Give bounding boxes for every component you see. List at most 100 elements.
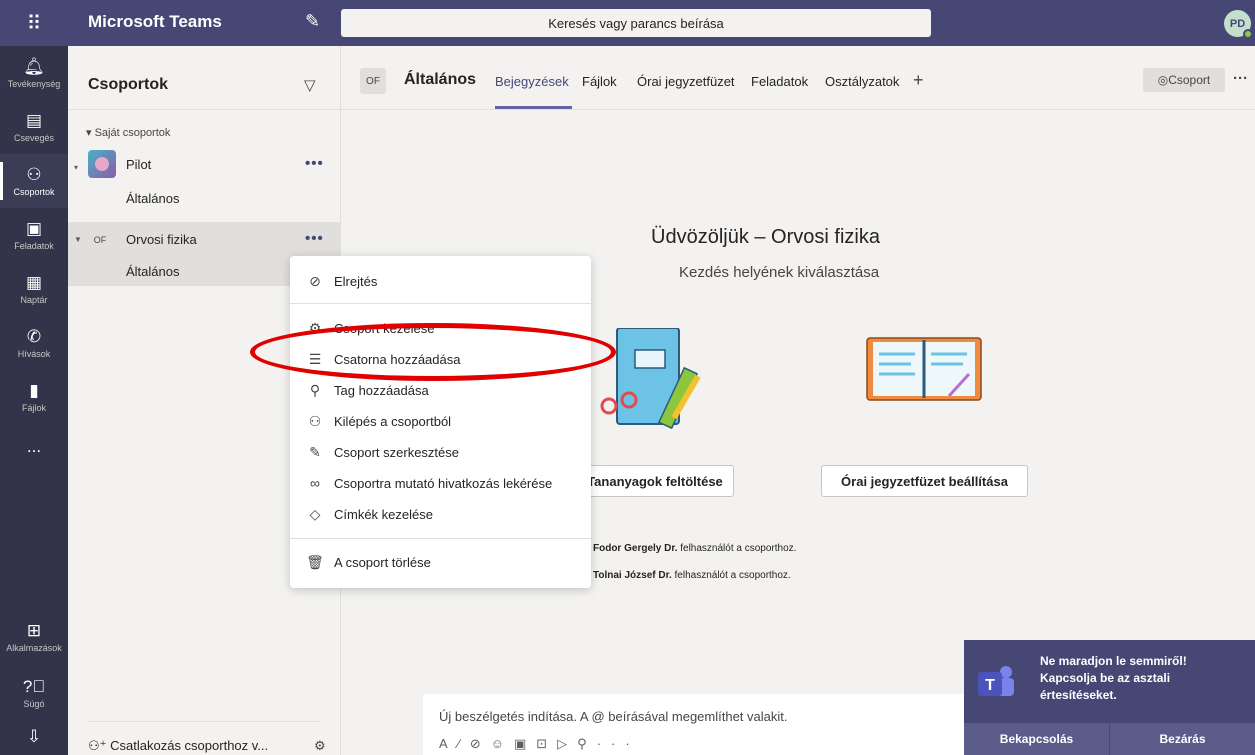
rail-label: Alkalmazások [6, 642, 62, 653]
add-tab-icon[interactable]: + [913, 70, 924, 91]
toast-actions: Bekapcsolás Bezárás [964, 723, 1255, 755]
rail-label: Csoportok [13, 186, 55, 197]
tab-class-notebook[interactable]: Órai jegyzetfüzet [637, 74, 735, 89]
svg-text:T: T [985, 677, 995, 694]
rail-label: Feladatok [14, 240, 54, 251]
title-bar: ⠿ Microsoft Teams ✎ Keresés vagy parancs… [0, 0, 1255, 46]
rail-label: Csevegés [13, 132, 55, 143]
notification-toast: T Ne maradjon le semmiről! Kapcsolja be … [964, 640, 1255, 755]
team-view-button[interactable]: ◎ Csoport [1143, 68, 1225, 92]
download-icon: ⇩ [26, 727, 42, 746]
bell-icon: 🔔︎ [23, 56, 45, 76]
rail-item-apps[interactable]: ⊞ Alkalmazások [0, 610, 68, 664]
channel-name: Általános [126, 191, 180, 206]
compose-toolbar[interactable]: A⁄⊘☺▣⊡▷⚲··· [439, 736, 640, 752]
app-title: Microsoft Teams [88, 12, 222, 31]
pencil-icon: ✎ [309, 443, 321, 460]
team-avatar: OF [360, 68, 386, 94]
presence-status-icon [1243, 29, 1253, 39]
menu-item-hide[interactable]: ⊘ Elrejtés [290, 265, 591, 297]
files-icon: ▮ [29, 380, 39, 400]
setup-notebook-button[interactable]: Órai jegyzetfüzet beállítása [821, 465, 1028, 497]
avatar-initials: PD [1229, 17, 1246, 30]
enable-notifications-button[interactable]: Bekapcsolás [964, 723, 1109, 755]
rail-item-calls[interactable]: ✆ Hívások [0, 316, 68, 370]
team-avatar-pilot [88, 150, 116, 178]
highlight-ellipse [250, 323, 616, 381]
team-context-menu: ⊘ Elrejtés ⚙ Csoport kezelése ☰ Csatorna… [290, 256, 591, 588]
channel-name: Általános [126, 264, 180, 279]
team-more-button[interactable]: ••• [305, 230, 324, 247]
rail-label: Naptár [20, 294, 48, 305]
menu-item-get-link[interactable]: ∞ Csoportra mutató hivatkozás lekérése [290, 467, 591, 499]
chat-icon: ▤ [25, 110, 43, 130]
menu-item-manage-tags[interactable]: ◇ Címkék kezelése [290, 498, 591, 530]
tag-icon: ◇ [309, 505, 321, 522]
compose-placeholder: Új beszélgetés indítása. A @ beírásával … [439, 709, 788, 724]
trash-icon: 🗑︎ [306, 553, 324, 570]
menu-item-leave-team[interactable]: ⚇ Kilépés a csoportból [290, 405, 591, 437]
app-launcher-icon[interactable]: ⠿ [0, 0, 68, 46]
channel-row[interactable]: Általános [68, 185, 340, 213]
rail-label: Fájlok [21, 402, 46, 413]
link-icon: ∞ [310, 475, 320, 491]
team-more-button[interactable]: ••• [305, 155, 324, 172]
gear-icon[interactable]: ⚙ [314, 738, 326, 754]
class-notebook-illustration [866, 337, 982, 401]
leave-icon: ⚇ [308, 412, 322, 429]
channel-title: Általános [404, 71, 477, 88]
menu-item-edit-team[interactable]: ✎ Csoport szerkesztése [290, 436, 591, 468]
rail-label: Tevékenység [7, 78, 61, 89]
filter-icon[interactable]: ▽ [304, 76, 316, 94]
welcome-subtitle: Kezdés helyének kiválasztása [679, 264, 880, 281]
rail-item-teams[interactable]: ⚇ Csoportok [0, 154, 68, 208]
welcome-title: Üdvözöljük – Orvosi fizika [651, 226, 880, 248]
more-icon[interactable]: ··· [1233, 70, 1248, 87]
rail-more-button[interactable]: ... [0, 430, 68, 466]
activity-message: Fodor Gergely Dr. felhasználót a csoport… [593, 543, 797, 554]
rail-item-files[interactable]: ▮ Fájlok [0, 370, 68, 424]
close-toast-button[interactable]: Bezárás [1109, 723, 1255, 755]
rail-item-assignments[interactable]: ▣ Feladatok [0, 208, 68, 262]
teams-icon: ⚇ [26, 164, 42, 184]
download-app-button[interactable]: ⇩ [0, 722, 68, 755]
eye-icon: ◎ [1157, 73, 1169, 87]
divider [88, 721, 320, 722]
menu-item-delete-team[interactable]: 🗑︎ A csoport törlése [290, 546, 591, 578]
rail-label: Súgó [23, 698, 45, 709]
caret-icon: ▾ [74, 163, 79, 172]
panel-title: Csoportok [88, 76, 168, 93]
avatar[interactable]: PD [1224, 10, 1253, 39]
rail-item-calendar[interactable]: ▦ Naptár [0, 262, 68, 316]
active-tab-indicator [495, 106, 572, 109]
assignments-icon: ▣ [25, 218, 43, 238]
search-input[interactable]: Keresés vagy parancs beírása [341, 9, 931, 37]
team-name: Pilot [126, 157, 152, 172]
upload-materials-button[interactable]: Tananyagok feltöltése [576, 465, 734, 497]
tab-posts[interactable]: Bejegyzések [495, 74, 569, 89]
tab-assignments[interactable]: Feladatok [751, 74, 808, 89]
team-name: Orvosi fizika [126, 232, 197, 247]
join-team-button[interactable]: ⚇⁺ Csatlakozás csoporthoz v... [88, 738, 268, 754]
help-icon: ?⃝ [22, 676, 46, 696]
more-icon: ... [26, 436, 42, 456]
divider [290, 303, 591, 304]
add-member-icon: ⚲ [309, 381, 321, 398]
team-avatar-of: OF [88, 228, 112, 252]
activity-message: Tolnai József Dr. felhasználót a csoport… [593, 570, 791, 581]
calendar-icon: ▦ [25, 272, 43, 292]
phone-icon: ✆ [26, 326, 42, 346]
section-label[interactable]: ▾ Saját csoportok [86, 126, 170, 139]
tab-files[interactable]: Fájlok [582, 74, 617, 89]
tab-grades[interactable]: Osztályzatok [825, 74, 899, 89]
compose-box[interactable]: Új beszélgetés indítása. A @ beírásával … [423, 694, 983, 755]
teams-logo-icon: T [978, 666, 1014, 696]
rail-item-activity[interactable]: 🔔︎ Tevékenység [0, 46, 68, 100]
caret-down-icon: ▾ [86, 127, 95, 139]
rail-item-chat[interactable]: ▤ Csevegés [0, 100, 68, 154]
rail-item-help[interactable]: ?⃝ Súgó [0, 666, 68, 720]
team-row-orvosi-fizika[interactable]: ▼ OF Orvosi fizika ••• [68, 222, 340, 258]
join-team-icon: ⚇⁺ [88, 738, 111, 753]
team-row-pilot[interactable]: ▾ Pilot ••• [68, 147, 340, 183]
new-chat-icon[interactable]: ✎ [305, 11, 320, 32]
